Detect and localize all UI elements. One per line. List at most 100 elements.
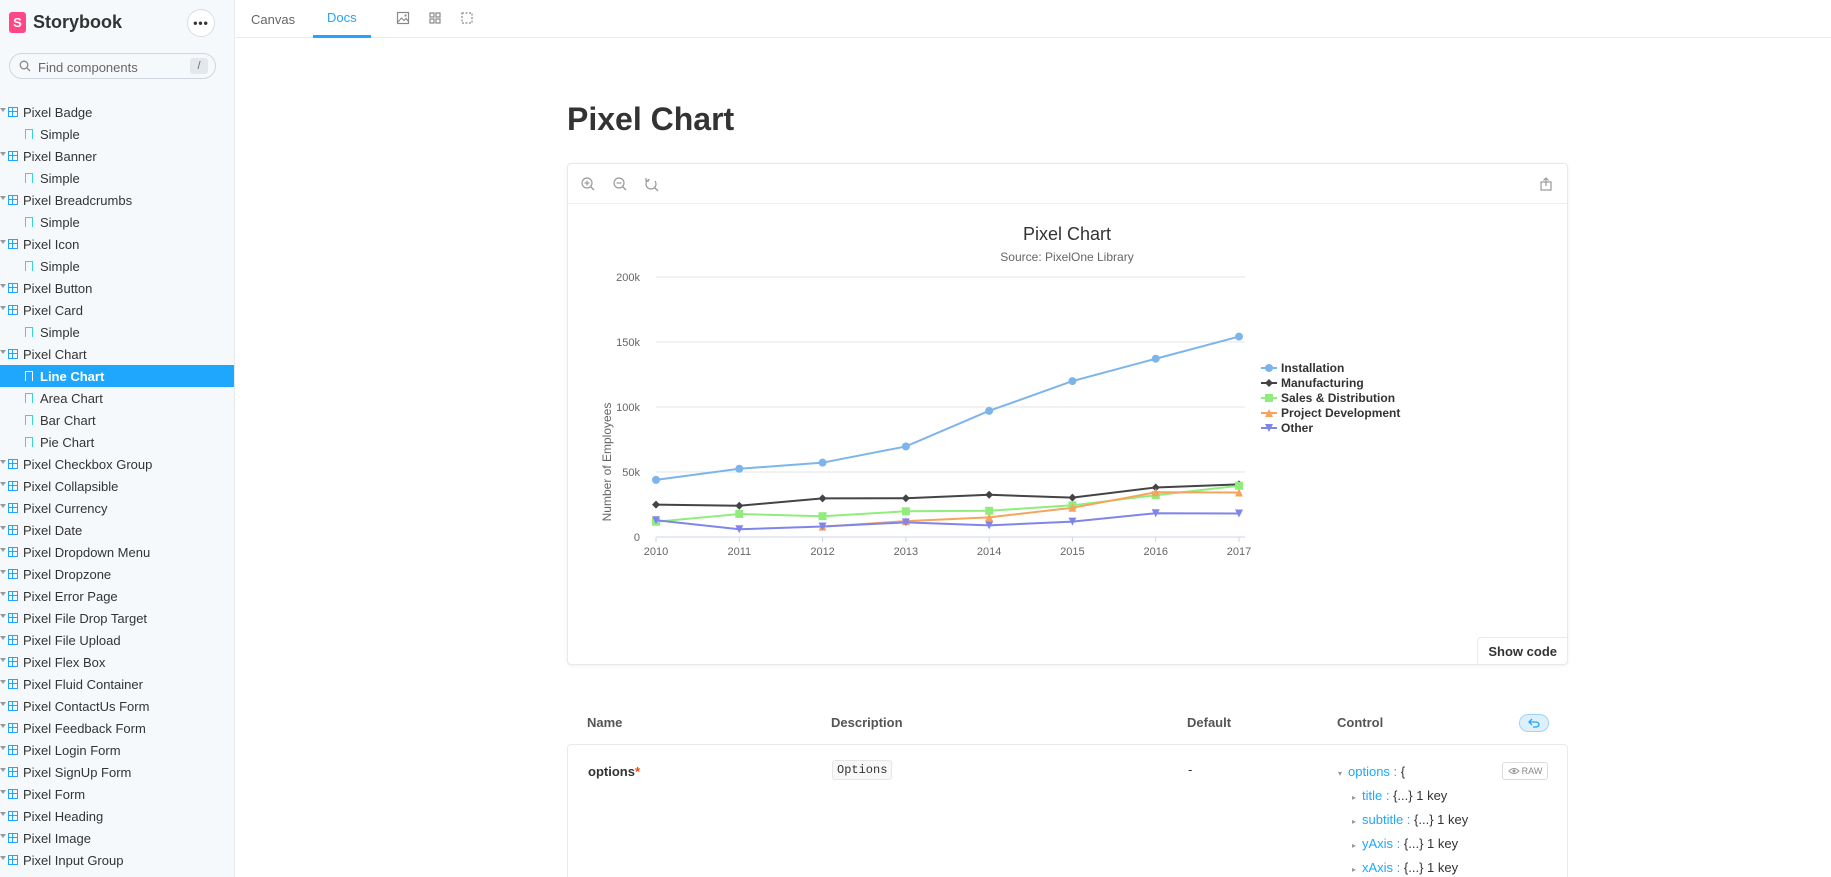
sidebar-story-simple[interactable]: Simple bbox=[0, 167, 234, 189]
data-point-installation[interactable] bbox=[735, 464, 744, 473]
data-point-sales-distribution[interactable] bbox=[735, 509, 744, 518]
sidebar-component-pixel-input-group[interactable]: Pixel Input Group bbox=[0, 849, 234, 871]
data-point-manufacturing[interactable] bbox=[901, 494, 910, 503]
sidebar-story-simple[interactable]: Simple bbox=[0, 211, 234, 233]
data-point-manufacturing[interactable] bbox=[818, 494, 827, 503]
chevron-down-icon[interactable] bbox=[0, 504, 6, 508]
legend-marker[interactable] bbox=[1265, 379, 1273, 387]
sidebar-component-pixel-currency[interactable]: Pixel Currency bbox=[0, 497, 234, 519]
sidebar-component-pixel-checkbox-group[interactable]: Pixel Checkbox Group bbox=[0, 453, 234, 475]
tree-node[interactable]: ▸ title : {...} 1 key bbox=[1338, 785, 1473, 809]
sidebar-component-pixel-signup-form[interactable]: Pixel SignUp Form bbox=[0, 761, 234, 783]
data-point-manufacturing[interactable] bbox=[652, 500, 660, 509]
sidebar-component-pixel-collapsible[interactable]: Pixel Collapsible bbox=[0, 475, 234, 497]
legend-marker[interactable] bbox=[1265, 394, 1273, 402]
chevron-down-icon[interactable]: ▾ bbox=[1338, 763, 1348, 785]
chevron-down-icon[interactable] bbox=[0, 724, 6, 728]
chevron-down-icon[interactable] bbox=[0, 702, 6, 706]
sidebar-menu-button[interactable]: ••• bbox=[187, 9, 215, 37]
chevron-down-icon[interactable] bbox=[0, 636, 6, 640]
legend-item-installation[interactable]: Installation bbox=[1261, 361, 1344, 375]
sidebar-component-pixel-fluid-container[interactable]: Pixel Fluid Container bbox=[0, 673, 234, 695]
chevron-down-icon[interactable] bbox=[0, 658, 6, 662]
show-code-button[interactable]: Show code bbox=[1477, 637, 1567, 664]
sidebar-component-pixel-file-upload[interactable]: Pixel File Upload bbox=[0, 629, 234, 651]
chevron-down-icon[interactable] bbox=[0, 570, 6, 574]
chevron-down-icon[interactable] bbox=[0, 592, 6, 596]
chevron-right-icon[interactable]: ▸ bbox=[1352, 835, 1362, 857]
raw-toggle-button[interactable]: RAW bbox=[1502, 762, 1548, 780]
sidebar-component-pixel-chart[interactable]: Pixel Chart bbox=[0, 343, 234, 365]
sidebar-component-pixel-badge[interactable]: Pixel Badge bbox=[0, 101, 234, 123]
chevron-down-icon[interactable] bbox=[0, 306, 6, 310]
sidebar-component-pixel-heading[interactable]: Pixel Heading bbox=[0, 805, 234, 827]
chevron-right-icon[interactable]: ▸ bbox=[1352, 859, 1362, 877]
chevron-down-icon[interactable] bbox=[0, 108, 6, 112]
tree-node[interactable]: ▸ yAxis : {...} 1 key bbox=[1338, 833, 1473, 857]
chevron-down-icon[interactable] bbox=[0, 284, 6, 288]
tree-node[interactable]: ▸ xAxis : {...} 1 key bbox=[1338, 857, 1473, 877]
sidebar-story-simple[interactable]: Simple bbox=[0, 255, 234, 277]
legend-item-other[interactable]: Other bbox=[1261, 421, 1313, 435]
data-point-installation[interactable] bbox=[1068, 377, 1077, 386]
data-point-installation[interactable] bbox=[1151, 354, 1160, 363]
share-icon[interactable] bbox=[1538, 176, 1554, 192]
chevron-down-icon[interactable] bbox=[0, 152, 6, 156]
tree-node[interactable]: ▸ subtitle : {...} 1 key bbox=[1338, 809, 1473, 833]
tab-docs[interactable]: Docs bbox=[313, 0, 371, 38]
chevron-down-icon[interactable] bbox=[0, 790, 6, 794]
sidebar-story-line-chart[interactable]: Line Chart bbox=[0, 365, 234, 387]
sidebar-component-pixel-banner[interactable]: Pixel Banner bbox=[0, 145, 234, 167]
sidebar-component-pixel-file-drop-target[interactable]: Pixel File Drop Target bbox=[0, 607, 234, 629]
chevron-down-icon[interactable] bbox=[0, 812, 6, 816]
outline-icon[interactable] bbox=[460, 11, 474, 25]
reset-controls-button[interactable] bbox=[1519, 714, 1549, 732]
chevron-down-icon[interactable] bbox=[0, 240, 6, 244]
chevron-down-icon[interactable] bbox=[0, 834, 6, 838]
sidebar-component-pixel-error-page[interactable]: Pixel Error Page bbox=[0, 585, 234, 607]
data-point-manufacturing[interactable] bbox=[735, 501, 744, 510]
sidebar-component-pixel-dropzone[interactable]: Pixel Dropzone bbox=[0, 563, 234, 585]
sidebar-component-pixel-dropdown-menu[interactable]: Pixel Dropdown Menu bbox=[0, 541, 234, 563]
grid-icon[interactable] bbox=[428, 11, 442, 25]
sidebar-component-pixel-image[interactable]: Pixel Image bbox=[0, 827, 234, 849]
sidebar-story-simple[interactable]: Simple bbox=[0, 321, 234, 343]
zoom-in-icon[interactable] bbox=[580, 176, 596, 192]
zoom-out-icon[interactable] bbox=[612, 176, 628, 192]
tree-node[interactable]: ▾ options : { bbox=[1338, 761, 1473, 785]
sidebar-component-pixel-flex-box[interactable]: Pixel Flex Box bbox=[0, 651, 234, 673]
legend-item-project-development[interactable]: Project Development bbox=[1261, 406, 1400, 420]
search-input[interactable]: Find components / bbox=[9, 53, 216, 79]
data-point-installation[interactable] bbox=[818, 458, 827, 467]
image-icon[interactable] bbox=[396, 11, 410, 25]
tab-canvas[interactable]: Canvas bbox=[251, 0, 295, 38]
sidebar-story-bar-chart[interactable]: Bar Chart bbox=[0, 409, 234, 431]
sidebar-story-area-chart[interactable]: Area Chart bbox=[0, 387, 234, 409]
data-point-installation[interactable] bbox=[1235, 332, 1243, 341]
legend-marker[interactable] bbox=[1265, 364, 1273, 372]
data-point-installation[interactable] bbox=[985, 406, 994, 415]
data-point-manufacturing[interactable] bbox=[985, 490, 994, 499]
sidebar-component-pixel-button[interactable]: Pixel Button bbox=[0, 277, 234, 299]
object-control-tree[interactable]: ▾ options : {▸ title : {...} 1 key ▸ subtitl… bbox=[1338, 761, 1473, 877]
legend-item-manufacturing[interactable]: Manufacturing bbox=[1261, 376, 1364, 390]
legend-item-sales-distribution[interactable]: Sales & Distribution bbox=[1261, 391, 1395, 405]
sidebar-component-pixel-breadcrumbs[interactable]: Pixel Breadcrumbs bbox=[0, 189, 234, 211]
chevron-down-icon[interactable] bbox=[0, 460, 6, 464]
sidebar-component-pixel-feedback-form[interactable]: Pixel Feedback Form bbox=[0, 717, 234, 739]
chevron-down-icon[interactable] bbox=[0, 856, 6, 860]
chevron-right-icon[interactable]: ▸ bbox=[1352, 811, 1362, 833]
chevron-down-icon[interactable] bbox=[0, 196, 6, 200]
sidebar-component-pixel-card[interactable]: Pixel Card bbox=[0, 299, 234, 321]
data-point-installation[interactable] bbox=[901, 442, 910, 451]
sidebar-story-pie-chart[interactable]: Pie Chart bbox=[0, 431, 234, 453]
chevron-down-icon[interactable] bbox=[0, 680, 6, 684]
chevron-down-icon[interactable] bbox=[0, 350, 6, 354]
chevron-right-icon[interactable]: ▸ bbox=[1352, 787, 1362, 809]
chart-legend[interactable]: InstallationManufacturingSales & Distrib… bbox=[1261, 361, 1400, 435]
sidebar-component-pixel-form[interactable]: Pixel Form bbox=[0, 783, 234, 805]
data-point-sales-distribution[interactable] bbox=[901, 507, 910, 516]
data-point-sales-distribution[interactable] bbox=[818, 512, 827, 521]
chevron-down-icon[interactable] bbox=[0, 482, 6, 486]
brand[interactable]: S Storybook bbox=[9, 12, 122, 33]
